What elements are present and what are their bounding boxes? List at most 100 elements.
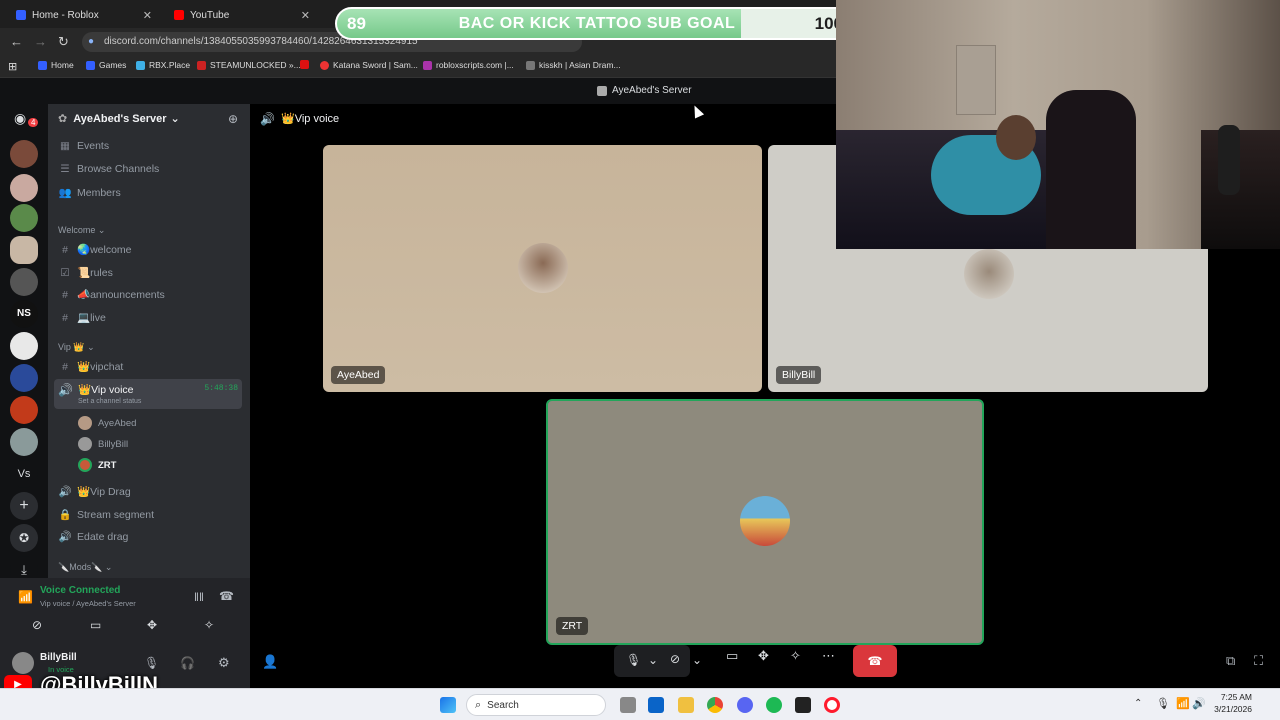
- discord-icon[interactable]: [737, 697, 753, 713]
- noise-suppression-icon[interactable]: ǁǁ: [194, 590, 204, 604]
- chrome-icon[interactable]: [707, 697, 723, 713]
- channel-status[interactable]: Set a channel status: [78, 398, 141, 405]
- apps-grid-icon[interactable]: ⊞: [8, 60, 17, 73]
- start-icon[interactable]: [440, 697, 456, 713]
- search-box[interactable]: ⌕ Search: [466, 694, 606, 716]
- video-tile-zrt[interactable]: ZRT: [546, 399, 984, 645]
- soundboard-icon[interactable]: ✧: [790, 648, 801, 664]
- close-icon[interactable]: ✕: [301, 9, 310, 22]
- camera-off-button[interactable]: ⊘: [32, 618, 74, 638]
- events-item[interactable]: ▦ Events: [58, 140, 109, 152]
- microphone-icon[interactable]: 🎙: [626, 653, 641, 667]
- popout-icon[interactable]: ⧉: [1226, 653, 1235, 669]
- bookmark-red-icon[interactable]: [300, 60, 313, 69]
- chevron-down-icon[interactable]: ⌄: [692, 653, 702, 667]
- bookmark-games[interactable]: Games: [86, 60, 126, 70]
- tab-roblox[interactable]: Home - Roblox ✕: [8, 4, 158, 26]
- soundboard-button[interactable]: ✧: [204, 618, 214, 632]
- forward-icon[interactable]: →: [34, 34, 47, 49]
- invite-user-icon[interactable]: 👤: [262, 654, 278, 670]
- voice-member[interactable]: BillyBill: [78, 437, 128, 451]
- server-icon[interactable]: Vs: [10, 460, 38, 488]
- headphones-icon[interactable]: 🎧: [180, 656, 195, 670]
- category-mods[interactable]: 🔪Mods🔪 ⌄: [58, 562, 112, 573]
- voice-location[interactable]: Vip voice / AyeAbed's Server: [40, 599, 136, 608]
- spotify-icon[interactable]: [766, 697, 782, 713]
- chevron-down-icon[interactable]: ⌄: [648, 653, 658, 667]
- avatar: [78, 416, 92, 430]
- voice-member[interactable]: ZRT: [78, 458, 116, 472]
- site-info-icon[interactable]: ●: [88, 32, 94, 52]
- server-header[interactable]: ✿ AyeAbed's Server ⌄: [58, 112, 180, 126]
- channel-announcements[interactable]: # 📣announcements: [58, 288, 165, 302]
- voice-status: Voice Connected: [40, 585, 121, 596]
- tab-label: Home - Roblox: [32, 9, 99, 21]
- bookmark-home[interactable]: Home: [38, 60, 74, 70]
- close-icon[interactable]: ✕: [143, 9, 152, 22]
- fullscreen-icon[interactable]: ⛶: [1254, 653, 1263, 669]
- clock-time[interactable]: 7:25 AM: [1212, 692, 1252, 702]
- channel-vipchat[interactable]: # 👑vipchat: [58, 360, 123, 374]
- mic-control[interactable]: 🎙 ⌄ ⊘: [614, 645, 690, 677]
- tab-youtube[interactable]: YouTube ✕: [166, 4, 316, 26]
- avatar[interactable]: [12, 652, 34, 674]
- server-icon[interactable]: NS: [10, 300, 38, 328]
- app-icon[interactable]: [795, 697, 811, 713]
- active-voice-channel[interactable]: 🔊 👑Vip voice 5:48:38 Set a channel statu…: [54, 379, 242, 409]
- server-icon[interactable]: [10, 204, 38, 232]
- camera-off-icon[interactable]: ⊘: [670, 652, 680, 666]
- file-explorer-icon[interactable]: [678, 697, 694, 713]
- clock-date[interactable]: 3/21/2026: [1212, 704, 1252, 714]
- avatar: [740, 496, 790, 546]
- channel-welcome[interactable]: # 🌏welcome: [58, 243, 131, 257]
- server-badge-icon: ✿: [58, 113, 68, 125]
- goal-label: BAC OR KICK TATTOO SUB GOAL: [458, 15, 736, 32]
- channel-live[interactable]: # 💻live: [58, 311, 106, 325]
- channel-stream-segment[interactable]: 🔒 Stream segment: [58, 508, 154, 522]
- bookmark-kisskh[interactable]: kisskh | Asian Dram...: [526, 60, 621, 70]
- back-icon[interactable]: ←: [10, 34, 23, 49]
- activities-icon[interactable]: ✥: [758, 648, 769, 664]
- members-item[interactable]: 👥 Members: [58, 186, 120, 200]
- channel-edate-drag[interactable]: 🔊 Edate drag: [58, 530, 128, 544]
- bookmark-robloxscripts[interactable]: robloxscripts.com |...: [423, 60, 514, 70]
- more-icon[interactable]: ⋯: [822, 648, 835, 664]
- bookmark-steamunlocked[interactable]: STEAMUNLOCKED »...: [197, 60, 301, 70]
- screen-share-icon[interactable]: ▭: [726, 648, 738, 664]
- server-icon[interactable]: [10, 364, 38, 392]
- leave-call-button[interactable]: ☎: [853, 645, 897, 677]
- browse-channels-item[interactable]: ☰ Browse Channels: [58, 163, 159, 175]
- server-icon[interactable]: [10, 268, 38, 296]
- discover-icon[interactable]: ✪: [10, 524, 38, 552]
- server-icon[interactable]: [10, 140, 38, 168]
- camera-options[interactable]: ⌄: [688, 645, 708, 677]
- voice-member[interactable]: AyeAbed: [78, 416, 136, 430]
- server-icon-active[interactable]: [10, 236, 38, 264]
- reload-icon[interactable]: ↻: [58, 34, 69, 50]
- server-icon[interactable]: [10, 332, 38, 360]
- bookmark-katana[interactable]: Katana Sword | Sam...: [320, 60, 418, 70]
- wifi-icon[interactable]: 📶: [1176, 697, 1190, 710]
- store-icon[interactable]: [648, 697, 664, 713]
- activities-button[interactable]: ✥: [147, 618, 157, 632]
- microphone-icon[interactable]: 🎙: [1156, 697, 1170, 710]
- channel-rules[interactable]: ☑ 📜rules: [58, 266, 113, 280]
- chevron-up-icon[interactable]: ⌃: [1134, 698, 1142, 709]
- category-vip[interactable]: Vip 👑 ⌄: [58, 342, 95, 353]
- channel-vip-drag[interactable]: 🔊 👑Vip Drag: [58, 485, 130, 498]
- category-welcome[interactable]: Welcome ⌄: [58, 225, 105, 236]
- add-server-icon[interactable]: +: [10, 492, 38, 520]
- invite-icon[interactable]: ⊕: [228, 112, 238, 126]
- server-icon[interactable]: [10, 174, 38, 202]
- video-tile-ayeabed[interactable]: AyeAbed: [323, 145, 762, 392]
- bookmark-rbx-place[interactable]: RBX.Place: [136, 60, 190, 70]
- screen-share-button[interactable]: ▭: [90, 618, 101, 632]
- gear-icon[interactable]: ⚙: [218, 655, 230, 671]
- task-view-icon[interactable]: [620, 697, 636, 713]
- volume-icon[interactable]: 🔊: [1192, 697, 1206, 710]
- server-icon[interactable]: [10, 396, 38, 424]
- server-icon[interactable]: [10, 428, 38, 456]
- disconnect-icon[interactable]: ☎: [219, 589, 234, 603]
- microphone-icon[interactable]: 🎙: [144, 656, 159, 670]
- opera-icon[interactable]: [824, 697, 840, 713]
